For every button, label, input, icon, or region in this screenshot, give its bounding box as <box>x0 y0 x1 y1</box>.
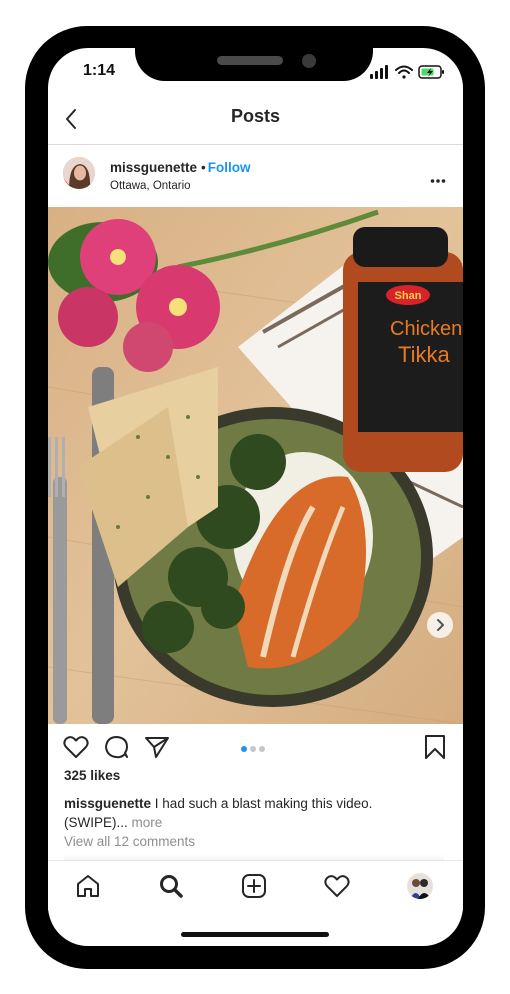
phone-notch <box>135 26 373 81</box>
post-caption: missguenette I had such a blast making t… <box>64 794 434 832</box>
post-photo[interactable]: Shan Chicken Tikka <box>48 207 463 724</box>
app-screen: 1:14 Posts missguenette • Follow Ottawa,… <box>48 48 463 946</box>
carousel-indicator <box>240 740 270 752</box>
speaker-grille <box>217 56 283 65</box>
like-heart-icon[interactable] <box>63 735 89 759</box>
view-comments-link[interactable]: View all 12 comments <box>64 834 195 849</box>
front-camera <box>302 54 316 68</box>
status-time: 1:14 <box>83 62 116 79</box>
caption-more-link[interactable]: more <box>132 815 163 830</box>
author-username[interactable]: missguenette <box>110 160 197 175</box>
separator-dot: • <box>201 160 206 175</box>
page-title: Posts <box>230 106 281 126</box>
follow-button[interactable]: Follow <box>208 160 251 175</box>
post-location[interactable]: Ottawa, Ontario <box>110 180 191 192</box>
cellular-signal-icon <box>370 65 388 79</box>
jar-product-line2: Tikka <box>398 342 451 367</box>
caption-username[interactable]: missguenette <box>64 796 151 811</box>
sauce-jar: Shan Chicken Tikka <box>343 227 463 472</box>
search-icon[interactable] <box>158 873 184 899</box>
carousel-next-icon[interactable] <box>427 612 453 638</box>
post-actions <box>48 724 463 768</box>
profile-avatar-icon[interactable] <box>407 873 433 899</box>
add-post-icon[interactable] <box>241 873 267 899</box>
author-avatar[interactable] <box>63 157 95 189</box>
home-icon[interactable] <box>75 873 101 899</box>
share-paper-plane-icon[interactable] <box>144 735 170 759</box>
author-line: missguenette • Follow <box>110 160 251 175</box>
wifi-icon <box>395 65 413 79</box>
comment-icon[interactable] <box>104 735 130 759</box>
navigation-bar: Posts <box>48 98 463 145</box>
save-bookmark-icon[interactable] <box>424 734 446 760</box>
carousel-dot <box>250 746 256 752</box>
heart-icon[interactable] <box>324 873 350 899</box>
carousel-dot-active <box>241 746 247 752</box>
more-options-icon[interactable] <box>430 171 446 183</box>
home-indicator <box>181 932 329 937</box>
status-icons <box>370 64 448 80</box>
likes-count[interactable]: 325 likes <box>64 768 120 783</box>
battery-icon <box>418 65 444 79</box>
carousel-dot <box>259 746 265 752</box>
jar-brand-text: Shan <box>395 290 422 302</box>
post-header: missguenette • Follow Ottawa, Ontario <box>48 145 463 206</box>
jar-product-line1: Chicken <box>390 318 462 340</box>
bottom-tab-bar <box>48 860 463 911</box>
